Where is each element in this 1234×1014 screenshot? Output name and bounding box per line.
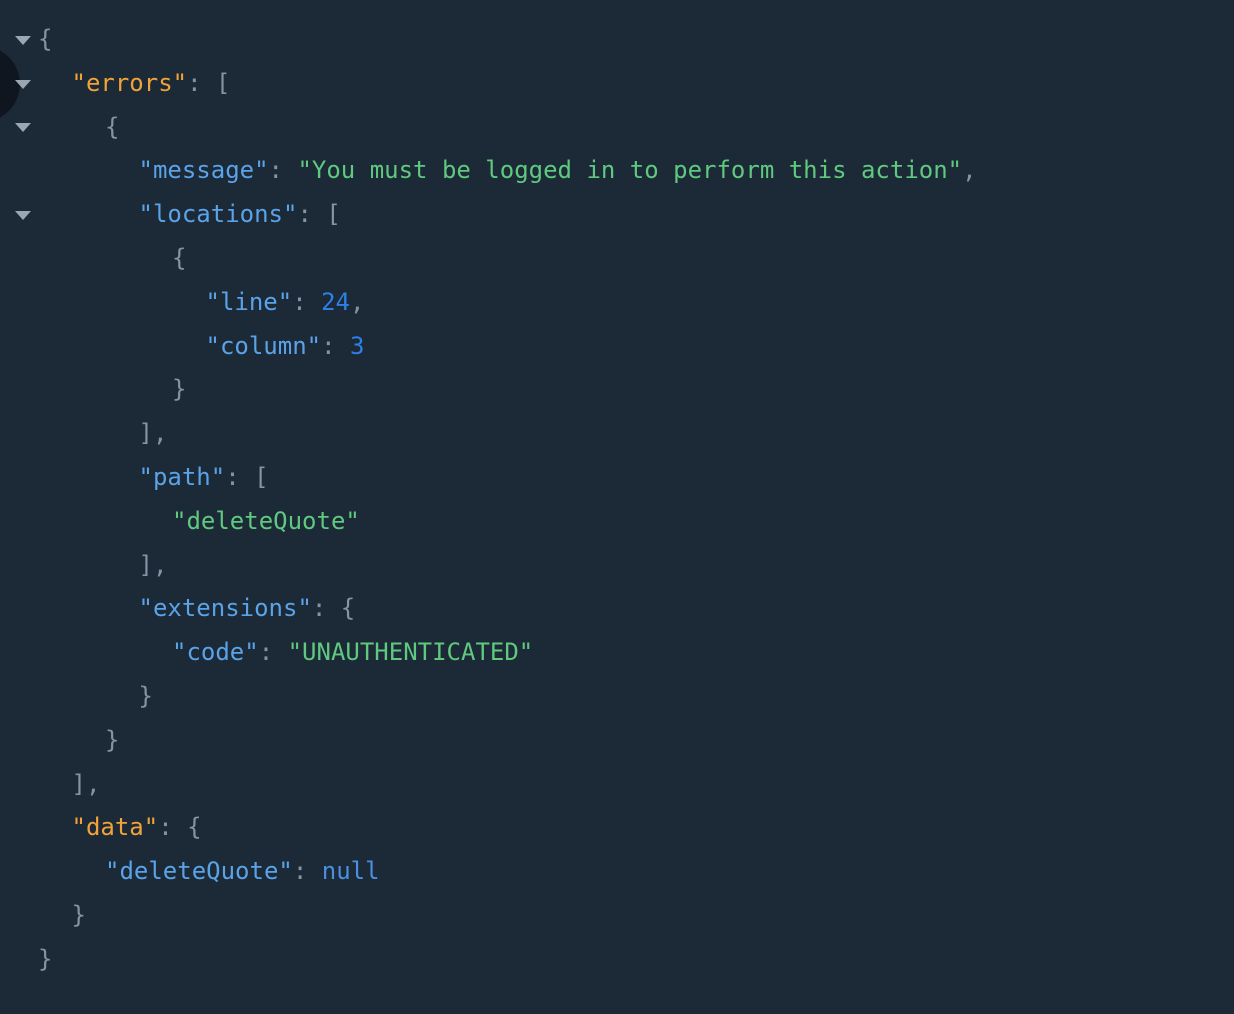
code-line-content: { — [38, 18, 52, 62]
code-line-content: "message": "You must be logged in to per… — [139, 149, 977, 193]
code-line: "code": "UNAUTHENTICATED" — [0, 631, 1234, 675]
code-line: "line": 24, — [0, 281, 1234, 325]
token-punct: : — [292, 857, 322, 886]
token-punct: : — [321, 331, 350, 360]
code-line: } — [0, 894, 1234, 938]
token-key: "path" — [138, 462, 226, 491]
token-null: null — [321, 857, 380, 886]
code-line: { — [0, 106, 1234, 150]
code-line-content: "column": 3 — [206, 325, 365, 369]
code-line: "deleteQuote": null — [0, 850, 1234, 894]
token-punct: : — [292, 287, 322, 316]
token-string: "You must be logged in to perform this a… — [297, 156, 963, 185]
token-brace: { — [38, 25, 53, 53]
token-key-root: "errors" — [71, 68, 188, 97]
fold-toggle-locations-icon[interactable] — [15, 211, 31, 221]
token-brace: } — [172, 375, 187, 404]
token-key: "locations" — [138, 200, 298, 229]
token-string: "deleteQuote" — [172, 506, 360, 535]
token-key: "code" — [172, 638, 259, 667]
code-line-content: } — [72, 894, 86, 938]
token-punct: : — [158, 813, 188, 842]
code-line: ], — [0, 763, 1234, 807]
code-line: { — [0, 18, 1234, 62]
token-punct: , — [152, 419, 168, 448]
code-line-content: ], — [139, 412, 168, 456]
token-key: "line" — [205, 287, 293, 316]
code-line: "message": "You must be logged in to per… — [0, 149, 1234, 193]
token-punct: : — [268, 156, 298, 185]
token-punct: , — [152, 550, 168, 579]
code-line-content: } — [105, 719, 119, 763]
code-line: { — [0, 237, 1234, 281]
json-code-area[interactable]: { "errors": [ { "message": "You must be log… — [0, 0, 1234, 1014]
token-key: "extensions" — [138, 594, 312, 623]
code-line: "data": { — [0, 806, 1234, 850]
code-line: "extensions": { — [0, 587, 1234, 631]
code-line-content: "locations": [ — [139, 193, 341, 237]
token-key: "column" — [205, 331, 322, 360]
token-brace: [ — [254, 462, 269, 491]
code-line: } — [0, 938, 1234, 982]
token-key: "message" — [138, 156, 269, 185]
token-punct: : — [187, 68, 216, 97]
code-line: } — [0, 368, 1234, 412]
token-brace: } — [38, 944, 53, 973]
code-line: ], — [0, 412, 1234, 456]
code-line-content: ], — [72, 763, 101, 807]
code-line: } — [0, 675, 1234, 719]
token-number: 3 — [350, 331, 365, 360]
code-line: ], — [0, 544, 1234, 588]
token-brace: [ — [326, 200, 341, 229]
code-line: "errors": [ — [0, 62, 1234, 106]
code-line-content: "deleteQuote": null — [105, 850, 380, 894]
code-line-content: { — [105, 106, 119, 150]
token-punct: , — [962, 156, 977, 185]
fold-toggle-root-icon[interactable] — [15, 35, 31, 45]
token-punct: : — [225, 462, 255, 491]
token-brace: { — [340, 594, 356, 623]
code-line-content: { — [172, 237, 186, 281]
code-line-content: "code": "UNAUTHENTICATED" — [172, 631, 533, 675]
graphql-response-viewer: { "errors": [ { "message": "You must be log… — [0, 0, 1234, 1014]
code-line: "path": [ — [0, 456, 1234, 500]
token-key-root: "data" — [71, 813, 159, 842]
token-brace: { — [187, 813, 202, 842]
code-line-content: } — [172, 368, 186, 412]
token-brace: } — [71, 900, 86, 929]
code-line: } — [0, 719, 1234, 763]
code-line-content: "deleteQuote" — [172, 500, 360, 544]
token-brace: [ — [216, 68, 231, 97]
code-line-content: } — [139, 675, 153, 719]
token-punct: , — [85, 769, 101, 798]
token-punct: , — [350, 287, 365, 316]
token-brace: ] — [138, 550, 153, 579]
token-brace: } — [105, 725, 120, 754]
code-line-content: "extensions": { — [139, 587, 356, 631]
code-line-content: "path": [ — [139, 456, 269, 500]
fold-toggle-error-item-icon[interactable] — [15, 123, 31, 133]
token-punct: : — [297, 200, 327, 229]
code-line-content: "errors": [ — [72, 62, 231, 106]
code-line-content: "line": 24, — [206, 281, 365, 325]
token-brace: } — [138, 681, 153, 710]
token-punct: : — [311, 594, 341, 623]
token-string: "UNAUTHENTICATED" — [287, 638, 534, 667]
token-punct: : — [258, 638, 288, 667]
token-brace: ] — [71, 769, 86, 798]
fold-toggle-errors-icon[interactable] — [15, 79, 31, 89]
code-line: "deleteQuote" — [0, 500, 1234, 544]
code-line: "column": 3 — [0, 325, 1234, 369]
code-line-content: } — [38, 938, 52, 982]
token-brace: ] — [138, 419, 153, 448]
token-key: "deleteQuote" — [105, 857, 293, 886]
code-line: "locations": [ — [0, 193, 1234, 237]
code-line-content: "data": { — [72, 806, 202, 850]
token-number: 24 — [321, 287, 351, 316]
token-brace: { — [172, 243, 187, 272]
token-brace: { — [105, 112, 120, 141]
code-line-content: ], — [139, 544, 168, 588]
